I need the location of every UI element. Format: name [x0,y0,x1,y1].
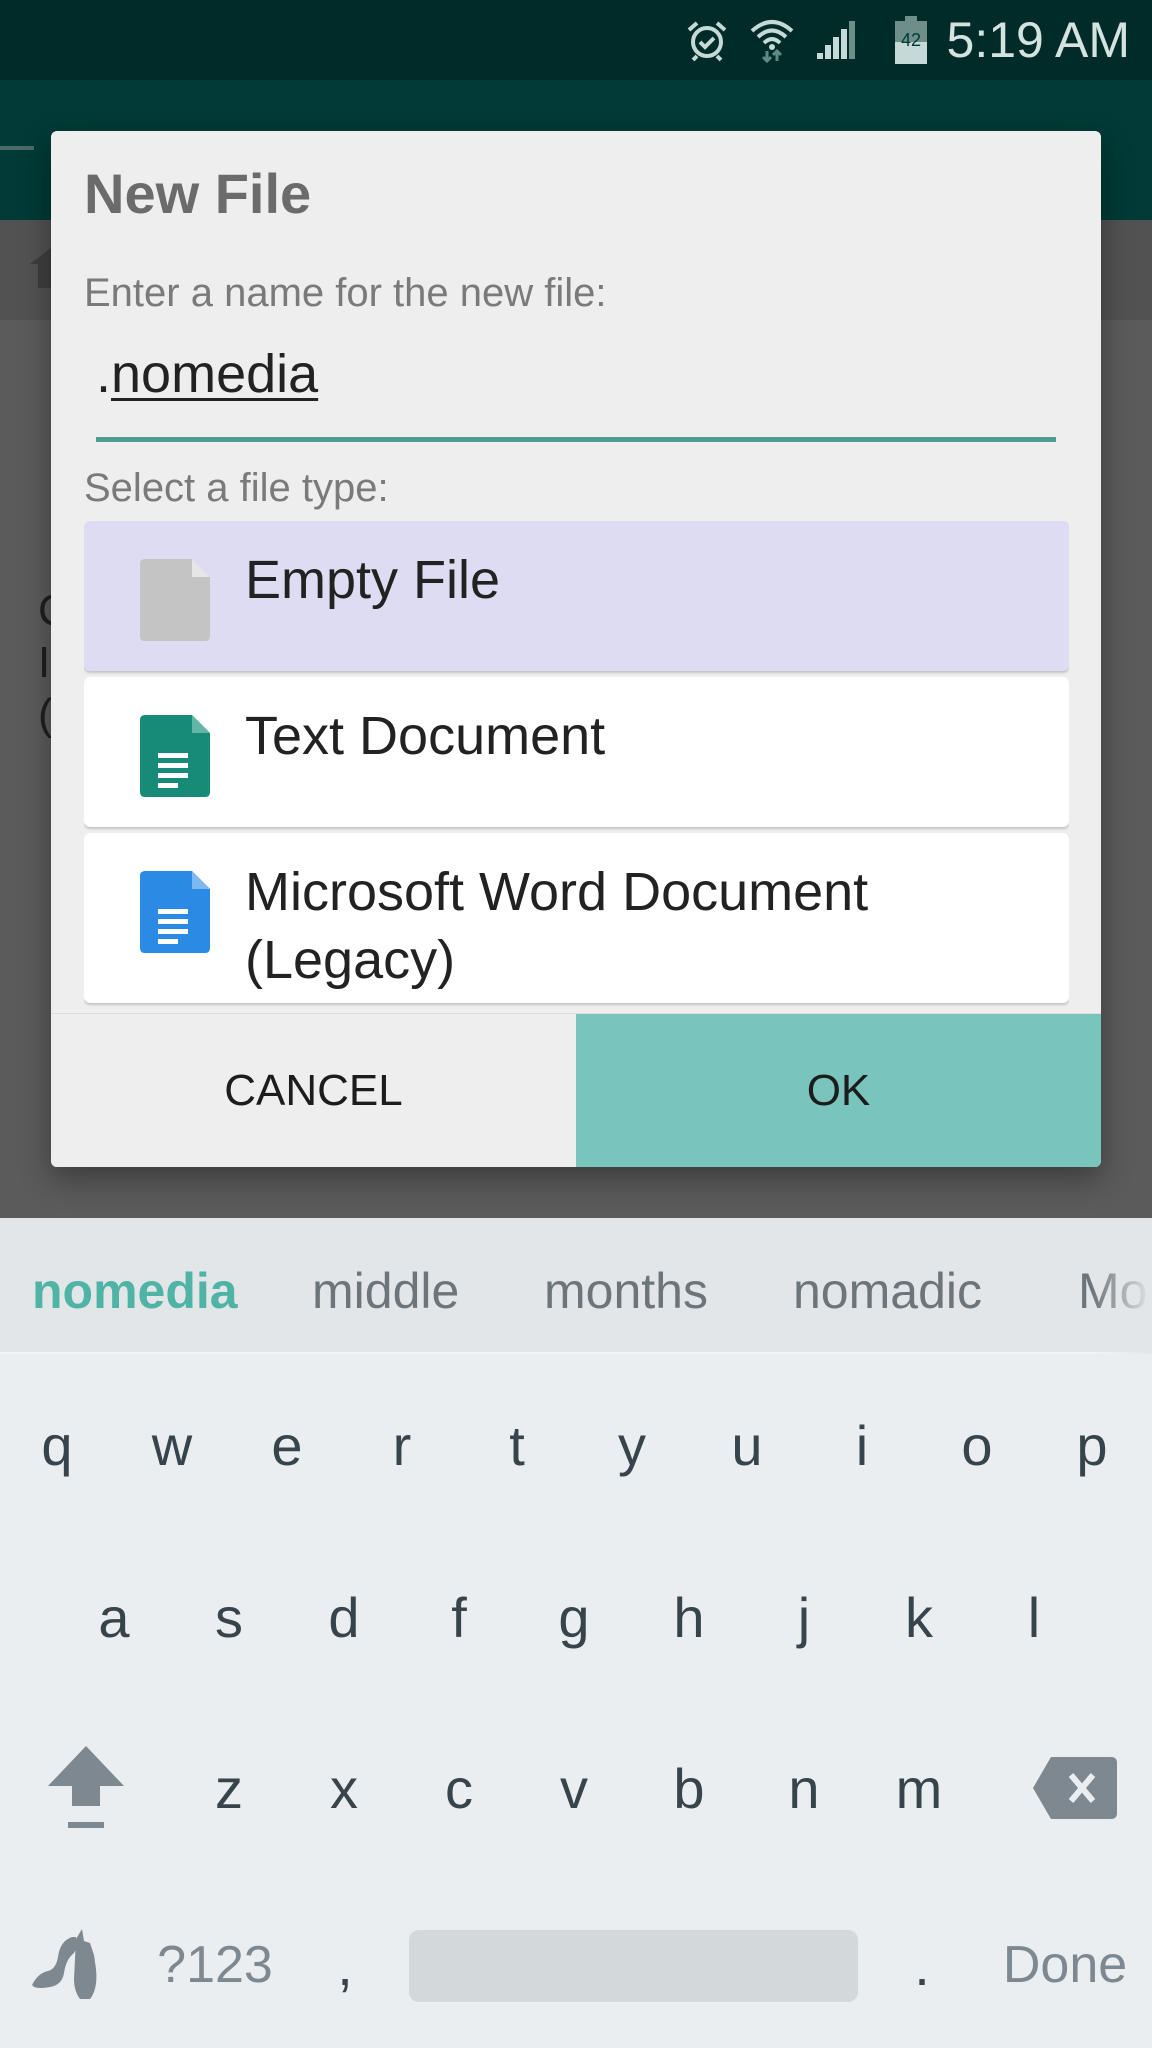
clock: 5:19 AM [946,12,1130,68]
key-l[interactable]: l [984,1552,1084,1682]
handwriting-key[interactable] [20,1900,120,2030]
file-type-word-legacy[interactable]: Microsoft Word Document (Legacy) [84,833,1069,1003]
suggestion-item[interactable]: months [544,1262,708,1320]
file-type-label: Select a file type: [84,466,389,510]
handwriting-icon [32,1929,97,1999]
new-file-dialog: New File Enter a name for the new file: … [51,131,1101,1167]
key-n[interactable]: n [754,1723,854,1853]
file-type-label-text: Microsoft Word Document (Legacy) [245,862,869,990]
key-o[interactable]: o [927,1380,1027,1510]
composing-text: nomedia [111,344,319,404]
shift-key[interactable] [36,1723,136,1853]
file-type-empty-file[interactable]: Empty File [84,521,1069,671]
key-j[interactable]: j [754,1552,854,1682]
key-h[interactable]: h [639,1552,739,1682]
soft-keyboard: nomedia middle months nomadic Mo q w e r… [0,1218,1152,2048]
wifi-icon [749,17,795,63]
suggestion-item[interactable]: nomadic [793,1262,982,1320]
comma-key[interactable]: , [295,1900,395,2030]
key-a[interactable]: a [64,1552,164,1682]
key-u[interactable]: u [697,1380,797,1510]
key-g[interactable]: g [524,1552,624,1682]
battery-icon: 42 [894,16,927,64]
key-y[interactable]: y [582,1380,682,1510]
key-v[interactable]: v [524,1723,624,1853]
file-name-label: Enter a name for the new file: [84,271,607,315]
key-s[interactable]: s [179,1552,279,1682]
key-e[interactable]: e [237,1380,337,1510]
key-c[interactable]: c [409,1723,509,1853]
dialog-actions: CANCEL OK [51,1013,1101,1167]
signal-icon [815,19,857,61]
key-w[interactable]: w [122,1380,222,1510]
key-i[interactable]: i [812,1380,912,1510]
cancel-button[interactable]: CANCEL [51,1014,576,1167]
key-m[interactable]: m [869,1723,969,1853]
key-p[interactable]: p [1042,1380,1142,1510]
suggestion-item[interactable]: middle [312,1262,459,1320]
suggestion-item[interactable]: nomedia [32,1262,238,1320]
ok-button[interactable]: OK [576,1014,1101,1167]
space-key[interactable] [409,1930,858,2002]
file-type-text-document[interactable]: Text Document [84,677,1069,827]
symbols-key[interactable]: ?123 [140,1900,290,2030]
period-key[interactable]: . [872,1900,972,2030]
shift-icon [48,1746,124,1828]
battery-level: 42 [901,30,921,50]
word-document-icon [140,871,210,958]
key-b[interactable]: b [639,1723,739,1853]
alarm-icon [685,18,729,62]
backspace-icon [1033,1757,1117,1819]
input-underline [96,437,1056,442]
text-document-icon [140,715,210,802]
done-key[interactable]: Done [990,1900,1140,2030]
key-r[interactable]: r [352,1380,452,1510]
app-bar-edge [0,146,34,150]
suggestion-fade [1092,1218,1152,1354]
key-t[interactable]: t [467,1380,567,1510]
dialog-title: New File [84,162,312,225]
file-type-label-text: Empty File [245,550,501,610]
blank-file-icon [140,559,210,646]
key-q[interactable]: q [7,1380,107,1510]
file-type-label-text: Text Document [245,706,606,766]
suggestion-bar: nomedia middle months nomadic Mo [0,1218,1152,1354]
status-bar: 42 5:19 AM [0,0,1152,80]
key-z[interactable]: z [179,1723,279,1853]
key-f[interactable]: f [409,1552,509,1682]
key-d[interactable]: d [294,1552,394,1682]
key-x[interactable]: x [294,1723,394,1853]
backspace-key[interactable] [1015,1723,1135,1853]
key-k[interactable]: k [869,1552,969,1682]
file-name-value[interactable]: .nomedia [96,343,318,405]
